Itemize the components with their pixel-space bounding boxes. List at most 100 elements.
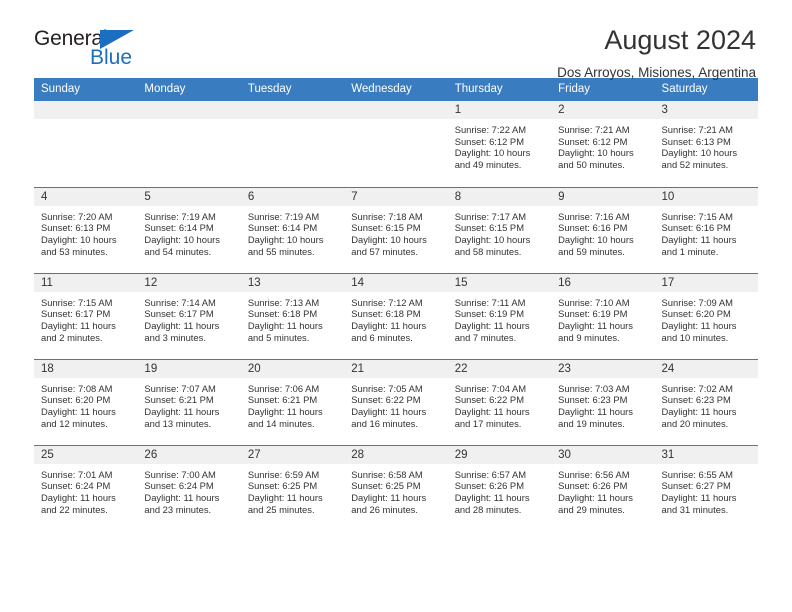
general-blue-logo[interactable]: General Blue [34, 26, 159, 72]
day-cell[interactable]: 26 Sunrise: 7:00 AM Sunset: 6:24 PM Dayl… [137, 444, 241, 531]
day-cell[interactable]: 9 Sunrise: 7:16 AM Sunset: 6:16 PM Dayli… [551, 186, 655, 273]
daylight-text-line2: and 5 minutes. [247, 331, 310, 343]
day-number: 29 [447, 445, 552, 464]
sunset-text: Sunset: 6:12 PM [558, 135, 628, 147]
daylight-text-line1: Daylight: 11 hours [661, 491, 737, 503]
daylight-text-line2: and 53 minutes. [41, 245, 108, 257]
day-number: 6 [240, 187, 345, 206]
day-cell[interactable]: 7 Sunrise: 7:18 AM Sunset: 6:15 PM Dayli… [344, 186, 448, 273]
day-cell[interactable]: 22 Sunrise: 7:04 AM Sunset: 6:22 PM Dayl… [447, 358, 552, 445]
sunrise-text: Sunrise: 7:15 AM [661, 210, 733, 222]
day-number: 26 [137, 445, 241, 464]
day-number: 23 [551, 359, 655, 378]
sunset-text: Sunset: 6:24 PM [41, 480, 111, 492]
day-details: Sunrise: 7:14 AM Sunset: 6:17 PM Dayligh… [137, 292, 240, 344]
day-number: 31 [654, 445, 758, 464]
sunset-text: Sunset: 6:20 PM [661, 308, 731, 320]
day-details: Sunrise: 7:22 AM Sunset: 6:12 PM Dayligh… [448, 119, 551, 171]
day-cell[interactable] [34, 101, 138, 187]
sunset-text: Sunset: 6:16 PM [661, 222, 731, 234]
sunrise-text: Sunrise: 7:04 AM [454, 382, 527, 394]
sunset-text: Sunset: 6:12 PM [454, 135, 524, 147]
day-cell[interactable]: 17 Sunrise: 7:09 AM Sunset: 6:20 PM Dayl… [654, 272, 758, 359]
day-cell[interactable]: 8 Sunrise: 7:17 AM Sunset: 6:15 PM Dayli… [447, 186, 552, 273]
day-cell[interactable]: 19 Sunrise: 7:07 AM Sunset: 6:21 PM Dayl… [137, 358, 241, 445]
daylight-text-line2: and 13 minutes. [144, 417, 212, 429]
day-cell[interactable]: 30 Sunrise: 6:56 AM Sunset: 6:26 PM Dayl… [551, 444, 655, 531]
sunset-text: Sunset: 6:23 PM [558, 394, 628, 406]
day-cell[interactable]: 16 Sunrise: 7:10 AM Sunset: 6:19 PM Dayl… [551, 272, 655, 359]
weekday-header-tuesday: Tuesday [240, 78, 345, 101]
day-cell[interactable]: 13 Sunrise: 7:13 AM Sunset: 6:18 PM Dayl… [240, 272, 345, 359]
day-cell[interactable]: 5 Sunrise: 7:19 AM Sunset: 6:14 PM Dayli… [137, 186, 241, 273]
daylight-text-line1: Daylight: 10 hours [41, 233, 117, 245]
day-number: 11 [34, 273, 138, 292]
day-cell[interactable]: 23 Sunrise: 7:03 AM Sunset: 6:23 PM Dayl… [551, 358, 655, 445]
day-details: Sunrise: 6:55 AM Sunset: 6:27 PM Dayligh… [655, 464, 758, 516]
day-cell[interactable] [240, 101, 345, 187]
sunset-text: Sunset: 6:14 PM [144, 222, 214, 234]
daylight-text-line2: and 22 minutes. [41, 503, 108, 515]
daylight-text-line2: and 49 minutes. [454, 159, 522, 171]
week-row: 18 Sunrise: 7:08 AM Sunset: 6:20 PM Dayl… [34, 358, 758, 445]
sunset-text: Sunset: 6:17 PM [144, 308, 214, 320]
logo-secondary-text: Blue [90, 46, 133, 69]
day-cell[interactable]: 25 Sunrise: 7:01 AM Sunset: 6:24 PM Dayl… [34, 444, 138, 531]
day-cell[interactable]: 28 Sunrise: 6:58 AM Sunset: 6:25 PM Dayl… [344, 444, 448, 531]
day-cell[interactable]: 15 Sunrise: 7:11 AM Sunset: 6:19 PM Dayl… [447, 272, 552, 359]
weekday-header-saturday: Saturday [654, 78, 758, 101]
sunset-text: Sunset: 6:13 PM [41, 222, 111, 234]
day-cell[interactable]: 24 Sunrise: 7:02 AM Sunset: 6:23 PM Dayl… [654, 358, 758, 445]
day-cell[interactable]: 21 Sunrise: 7:05 AM Sunset: 6:22 PM Dayl… [344, 358, 448, 445]
day-cell[interactable]: 29 Sunrise: 6:57 AM Sunset: 6:26 PM Dayl… [447, 444, 552, 531]
week-row: 4 Sunrise: 7:20 AM Sunset: 6:13 PM Dayli… [34, 186, 758, 273]
day-cell[interactable]: 1 Sunrise: 7:22 AM Sunset: 6:12 PM Dayli… [447, 101, 552, 187]
daylight-text-line2: and 55 minutes. [247, 245, 315, 257]
day-cell[interactable]: 31 Sunrise: 6:55 AM Sunset: 6:27 PM Dayl… [654, 444, 758, 531]
daylight-text-line2: and 54 minutes. [144, 245, 212, 257]
day-details: Sunrise: 7:05 AM Sunset: 6:22 PM Dayligh… [344, 378, 447, 430]
daylight-text-line2: and 2 minutes. [41, 331, 103, 343]
daylight-text-line1: Daylight: 11 hours [661, 405, 737, 417]
day-details: Sunrise: 6:58 AM Sunset: 6:25 PM Dayligh… [344, 464, 447, 516]
sunset-text: Sunset: 6:25 PM [351, 480, 421, 492]
day-details: Sunrise: 7:00 AM Sunset: 6:24 PM Dayligh… [137, 464, 240, 516]
day-cell[interactable] [344, 101, 448, 187]
day-number: 20 [240, 359, 345, 378]
day-cell[interactable]: 2 Sunrise: 7:21 AM Sunset: 6:12 PM Dayli… [551, 101, 655, 187]
day-cell[interactable]: 20 Sunrise: 7:06 AM Sunset: 6:21 PM Dayl… [240, 358, 345, 445]
day-number: 14 [344, 273, 448, 292]
day-cell[interactable]: 11 Sunrise: 7:15 AM Sunset: 6:17 PM Dayl… [34, 272, 138, 359]
day-details: Sunrise: 7:12 AM Sunset: 6:18 PM Dayligh… [344, 292, 447, 344]
daylight-text-line1: Daylight: 11 hours [351, 491, 427, 503]
sunset-text: Sunset: 6:22 PM [454, 394, 524, 406]
sunset-text: Sunset: 6:19 PM [558, 308, 628, 320]
day-cell[interactable]: 6 Sunrise: 7:19 AM Sunset: 6:14 PM Dayli… [240, 186, 345, 273]
day-cell[interactable]: 3 Sunrise: 7:21 AM Sunset: 6:13 PM Dayli… [654, 101, 758, 187]
day-cell[interactable] [137, 101, 241, 187]
weekday-header-monday: Monday [137, 78, 241, 101]
day-number: 25 [34, 445, 138, 464]
day-cell[interactable]: 4 Sunrise: 7:20 AM Sunset: 6:13 PM Dayli… [34, 186, 138, 273]
day-number: 30 [551, 445, 655, 464]
day-details: Sunrise: 7:19 AM Sunset: 6:14 PM Dayligh… [137, 206, 240, 258]
daylight-text-line1: Daylight: 11 hours [247, 491, 323, 503]
sunrise-text: Sunrise: 6:57 AM [454, 468, 527, 480]
sunrise-text: Sunrise: 7:13 AM [247, 296, 320, 308]
sunrise-text: Sunrise: 7:05 AM [351, 382, 423, 394]
daylight-text-line2: and 25 minutes. [247, 503, 315, 515]
daylight-text-line1: Daylight: 11 hours [661, 233, 737, 245]
day-cell[interactable]: 14 Sunrise: 7:12 AM Sunset: 6:18 PM Dayl… [344, 272, 448, 359]
sunset-text: Sunset: 6:27 PM [661, 480, 731, 492]
day-cell[interactable]: 18 Sunrise: 7:08 AM Sunset: 6:20 PM Dayl… [34, 358, 138, 445]
daylight-text-line1: Daylight: 11 hours [41, 319, 116, 331]
weekday-header-wednesday: Wednesday [344, 78, 448, 101]
daylight-text-line1: Daylight: 10 hours [558, 147, 634, 159]
week-row: 11 Sunrise: 7:15 AM Sunset: 6:17 PM Dayl… [34, 272, 758, 359]
weekday-header-row: Sunday Monday Tuesday Wednesday Thursday… [34, 78, 758, 101]
day-cell[interactable]: 12 Sunrise: 7:14 AM Sunset: 6:17 PM Dayl… [137, 272, 241, 359]
day-cell[interactable]: 10 Sunrise: 7:15 AM Sunset: 6:16 PM Dayl… [654, 186, 758, 273]
daylight-text-line2: and 50 minutes. [558, 159, 625, 171]
daylight-text-line1: Daylight: 11 hours [558, 405, 633, 417]
day-cell[interactable]: 27 Sunrise: 6:59 AM Sunset: 6:25 PM Dayl… [240, 444, 345, 531]
